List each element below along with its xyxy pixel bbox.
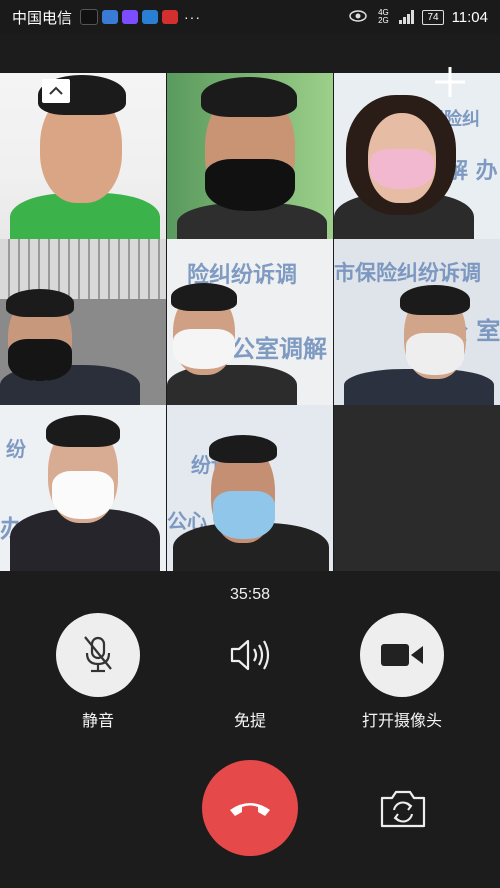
speaker-icon [230, 639, 270, 671]
participant-video[interactable]: 险纠纷诉调 办公室调解 [167, 239, 333, 405]
switch-camera-button[interactable] [378, 788, 428, 830]
plus-icon [435, 67, 465, 97]
battery-indicator: 74 [422, 9, 444, 25]
tiktok-icon [80, 9, 99, 25]
speaker-control[interactable]: 免提 [195, 613, 305, 731]
participant-video[interactable]: 纷 办公 [0, 405, 166, 571]
add-participant-button[interactable] [432, 64, 468, 100]
tv-app-icon [142, 10, 159, 24]
call-timer: 35:58 [229, 586, 271, 603]
collapse-button[interactable] [42, 79, 70, 103]
microphone-muted-icon [84, 636, 112, 673]
camera-control[interactable]: 打开摄像头 [347, 613, 457, 731]
switch-camera-icon [380, 790, 426, 828]
participant-video[interactable]: 市保险纠纷诉调 公 室 [334, 239, 500, 405]
clock: 11:04 [451, 8, 488, 26]
video-app-icon [122, 10, 139, 24]
notification-icons [80, 9, 179, 25]
status-bar: 中国电信 ··· 4G 2G 74 11:04 [0, 0, 500, 34]
news-app-icon [162, 10, 179, 24]
eye-comfort-icon [349, 9, 368, 26]
participant-grid: 保险纠 解 办 险纠纷诉调 办公室调解 市保险纠纷诉调 公 室 纷 办公 [0, 73, 500, 571]
mute-control[interactable]: 静音 [43, 613, 153, 731]
more-notifications-icon: ··· [184, 9, 202, 25]
carrier-name: 中国电信 [12, 9, 73, 27]
participant-video[interactable]: 纷诉 公心 州市 [167, 405, 333, 571]
network-type: 4G 2G [378, 8, 389, 25]
participant-video[interactable] [167, 73, 333, 239]
camera-button[interactable] [360, 613, 444, 697]
participant-video[interactable] [0, 73, 166, 239]
app-notification-icon [102, 10, 119, 24]
end-call-icon [230, 803, 270, 816]
camera-label: 打开摄像头 [361, 713, 442, 730]
empty-video-slot [334, 405, 500, 571]
mute-button[interactable] [56, 613, 140, 697]
speaker-label: 免提 [233, 713, 266, 730]
video-camera-icon [381, 644, 423, 666]
speaker-button[interactable] [208, 613, 292, 697]
participant-video[interactable]: 保险纠 解 办 [334, 73, 500, 239]
mute-label: 静音 [81, 713, 114, 730]
signal-icon [399, 10, 415, 24]
hang-up-button[interactable] [202, 760, 298, 856]
chevron-up-icon [49, 86, 63, 95]
participant-video[interactable] [0, 239, 166, 405]
